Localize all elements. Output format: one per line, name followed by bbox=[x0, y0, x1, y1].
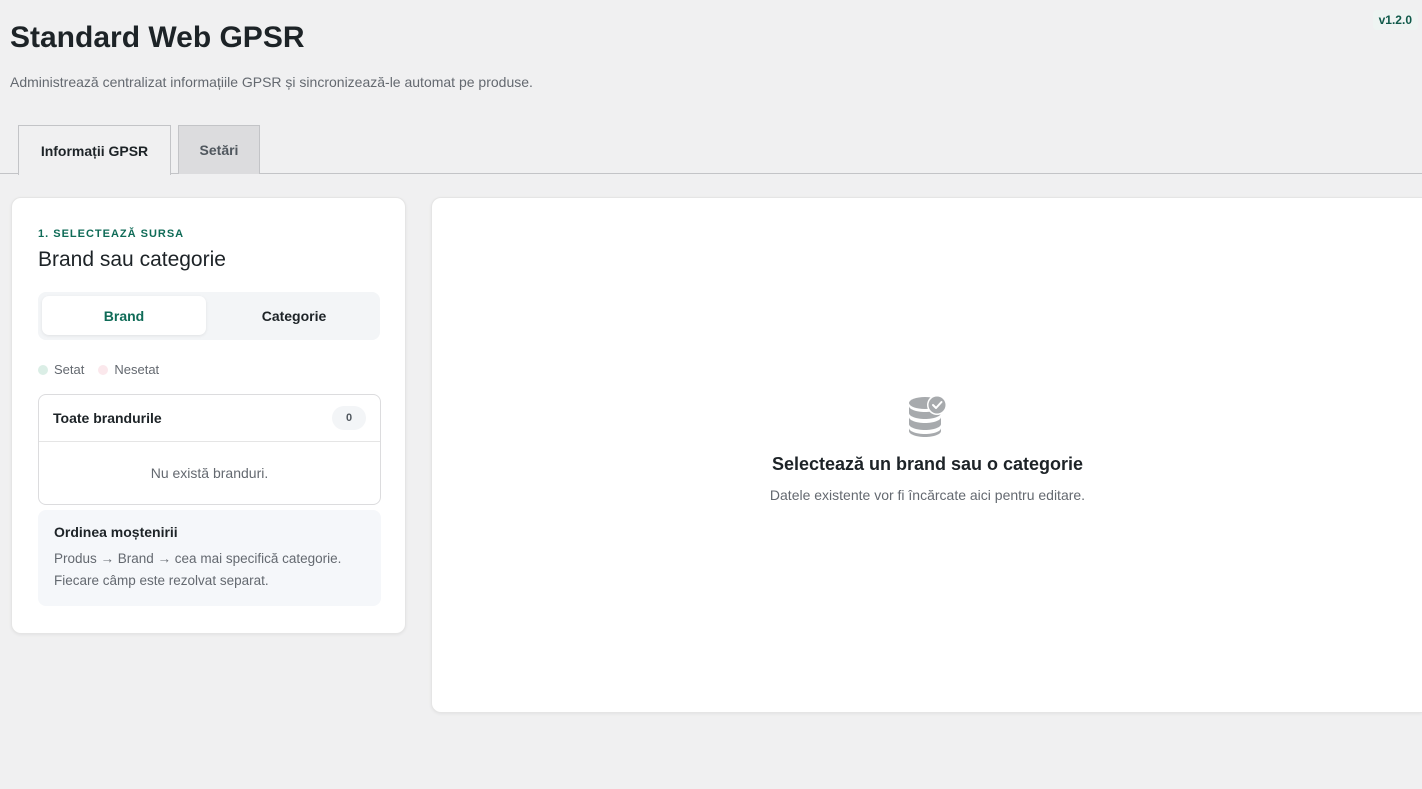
inheritance-info: Ordinea moștenirii Produs → Brand → cea … bbox=[38, 510, 381, 606]
database-check-icon bbox=[908, 395, 947, 437]
inheritance-line-2: Fiecare câmp este rezolvat separat. bbox=[54, 573, 269, 588]
legend-unset: Nesetat bbox=[98, 362, 159, 377]
brand-list-header[interactable]: Toate brandurile 0 bbox=[39, 395, 380, 442]
inheritance-title: Ordinea moștenirii bbox=[54, 524, 178, 540]
inheritance-line-1: Produs → Brand → cea mai specifică categ… bbox=[54, 551, 342, 566]
page: v1.2.0 Standard Web GPSR Administrează c… bbox=[0, 0, 1422, 789]
page-title: Standard Web GPSR bbox=[10, 21, 305, 54]
legend-set-label: Setat bbox=[54, 362, 85, 377]
legend-unset-label: Nesetat bbox=[114, 362, 160, 377]
status-legend: Setat Nesetat bbox=[38, 362, 159, 377]
legend-set: Setat bbox=[38, 362, 84, 377]
brand-list-empty: Nu există branduri. bbox=[150, 465, 269, 481]
brand-toggle-button[interactable]: Brand bbox=[42, 296, 206, 335]
unset-dot-icon bbox=[98, 364, 109, 375]
step-label: 1. SELECTEAZĂ SURSA bbox=[38, 228, 185, 240]
source-panel: 1. SELECTEAZĂ SURSA Brand sau categorie … bbox=[11, 197, 406, 634]
page-subtitle: Administrează centralizat informațiile G… bbox=[10, 74, 533, 90]
category-toggle-button[interactable]: Categorie bbox=[212, 296, 376, 335]
source-toggle: Brand Categorie bbox=[38, 292, 380, 340]
editor-empty-subtitle: Datele existente vor fi încărcate aici p… bbox=[769, 487, 1086, 503]
tab-settings[interactable]: Setări bbox=[178, 125, 260, 174]
brand-list-header-label: Toate brandurile bbox=[53, 410, 162, 426]
page-header: Standard Web GPSR Administrează centrali… bbox=[10, 20, 533, 90]
brand-count-badge: 0 bbox=[332, 406, 366, 430]
editor-empty-title: Selectează un brand sau o categorie bbox=[771, 454, 1084, 474]
editor-panel: Selectează un brand sau o categorie Date… bbox=[431, 197, 1422, 713]
set-dot-icon bbox=[38, 364, 48, 375]
tab-bar: Informații GPSR Setări bbox=[0, 125, 1422, 175]
editor-empty-state: Selectează un brand sau o categorie Date… bbox=[432, 394, 1422, 503]
source-panel-title: Brand sau categorie bbox=[38, 248, 226, 271]
version-badge: v1.2.0 bbox=[1372, 10, 1418, 30]
brand-list: Toate brandurile 0 Nu există branduri. bbox=[38, 394, 381, 505]
tab-gpsr-info[interactable]: Informații GPSR bbox=[18, 125, 171, 175]
